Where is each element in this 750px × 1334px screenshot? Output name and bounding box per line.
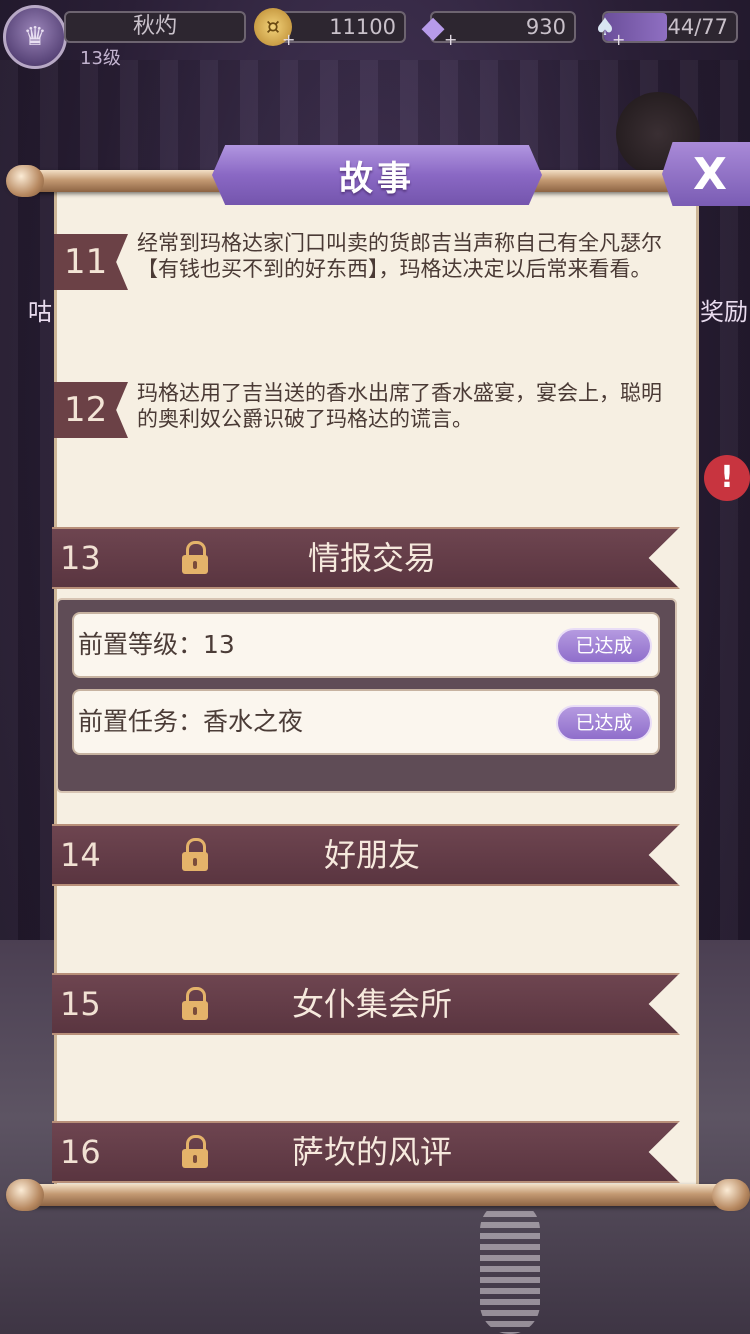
background-pearls [480,1200,540,1334]
requirements-panel: 前置等级：13 已达成 前置任务：香水之夜 已达成 [56,598,677,793]
crown-icon: ♛ [23,22,47,52]
lock-icon [182,838,208,871]
requirement-row: 前置任务：香水之夜 已达成 [72,689,660,755]
chapter-number: 13 [60,539,101,577]
chapter-title: 好朋友 [323,836,420,874]
chapter-number: 15 [60,985,101,1023]
diamond-value: 930 [525,15,566,39]
close-button[interactable]: X [662,142,750,206]
gold-value: 11100 [329,15,396,39]
chapter-title: 情报交易 [307,539,436,577]
status-badge: 已达成 [556,705,652,741]
chapter-title: 萨坎的风评 [291,1133,452,1171]
status-badge: 已达成 [556,628,652,664]
side-label-right[interactable]: 奖励 [700,292,748,327]
add-diamond-icon[interactable]: + [444,30,457,49]
requirement-label: 前置等级：13 [78,630,235,659]
avatar[interactable]: ♛ [3,5,67,69]
chapter-number: 16 [60,1133,101,1171]
status-bar: ♛ 秋灼 13级 11100 ¤ + 930 ◆ + 44/77 ♠ + [0,0,750,70]
scroll-bottom-rod [6,1179,750,1211]
player-level: 13级 [80,48,121,69]
lock-icon [182,987,208,1020]
lock-icon [182,1135,208,1168]
chapter-number: 14 [60,836,101,874]
player-name: 秋灼 [64,11,246,43]
chapter-banner-15[interactable]: 15 女仆集会所 [52,973,680,1035]
title-banner: 故事 [212,145,542,205]
lock-icon [182,541,208,574]
add-stamina-icon[interactable]: + [612,30,625,49]
story-text: 经常到玛格达家门口叫卖的货郎吉当声称自己有全凡瑟尔【有钱也买不到的好东西】，玛格… [137,231,662,281]
chapter-banner-16[interactable]: 16 萨坎的风评 [52,1121,680,1183]
requirement-label: 前置任务：香水之夜 [78,707,304,736]
chapter-banner-13[interactable]: 13 情报交易 [52,527,680,589]
page-title: 故事 [339,158,415,199]
add-gold-icon[interactable]: + [282,30,295,49]
story-text: 玛格达用了吉当送的香水出席了香水盛宴，宴会上，聪明的奥利奴公爵识破了玛格达的谎言… [137,381,662,431]
stamina-value: 44/77 [667,15,728,39]
chapter-banner-14[interactable]: 14 好朋友 [52,824,680,886]
requirement-row: 前置等级：13 已达成 [72,612,660,678]
alert-icon[interactable]: ! [704,455,750,501]
chapter-title: 女仆集会所 [291,985,452,1023]
side-label-left[interactable]: 咕 [28,292,52,327]
close-icon: X [693,148,727,200]
